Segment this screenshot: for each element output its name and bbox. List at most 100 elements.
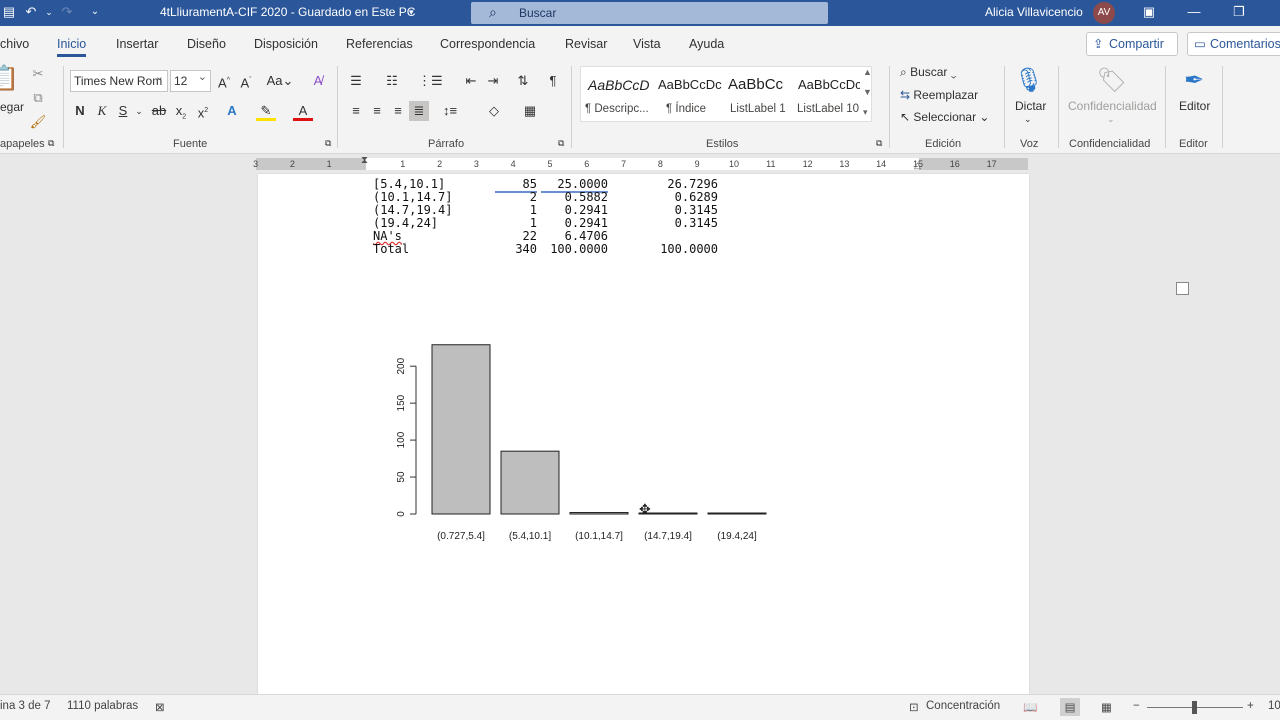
align-center-icon[interactable]: ≡ xyxy=(367,101,387,121)
cut-icon[interactable]: ✂ xyxy=(28,64,48,84)
select-button[interactable]: ↖ Seleccionar ⌄ xyxy=(900,110,989,124)
style-item[interactable]: AaBbCcDc ¶ Índice xyxy=(654,67,724,121)
justify-icon[interactable]: ≣ xyxy=(409,101,429,121)
tab-vista[interactable]: Vista xyxy=(633,37,661,51)
paragraph-launcher-icon[interactable]: ⧉ xyxy=(558,138,564,149)
shading-icon[interactable]: ◇ xyxy=(484,101,504,121)
focus-mode-label[interactable]: Concentración xyxy=(926,700,1000,712)
proofing-icon[interactable]: ⊠ xyxy=(155,700,165,714)
tab-diseno[interactable]: Diseño xyxy=(187,37,226,51)
right-indent-marker-icon[interactable]: △ xyxy=(914,160,921,171)
zoom-out-icon[interactable]: − xyxy=(1133,700,1140,712)
replace-icon: ⇆ xyxy=(900,88,914,102)
ruler[interactable]: 3 2 1 1 2 3 4 5 6 7 8 9 10 11 12 13 14 15 16 17 ⧗ △ xyxy=(0,154,1280,174)
style-item[interactable]: AaBbCcDc ListLabel 10 xyxy=(794,67,860,121)
font-color-icon[interactable]: A xyxy=(293,101,313,121)
ribbon-display-icon[interactable]: ▣ xyxy=(1140,3,1158,21)
replace-button[interactable]: ⇆ Reemplazar xyxy=(900,88,978,102)
font-name-combo[interactable]: Times New Rom xyxy=(70,70,168,92)
styles-launcher-icon[interactable]: ⧉ xyxy=(876,138,882,149)
tab-inicio[interactable]: Inicio xyxy=(57,37,87,57)
word-count[interactable]: 1110 palabras xyxy=(67,700,138,712)
avatar[interactable]: AV xyxy=(1093,2,1115,24)
zoom-level[interactable]: 10 xyxy=(1268,700,1280,712)
move-cursor-icon: ✥ xyxy=(639,501,651,517)
decrease-indent-icon[interactable]: ⇤ xyxy=(461,71,481,91)
superscript-icon[interactable]: x2 xyxy=(193,101,213,121)
minimize-icon[interactable]: — xyxy=(1185,3,1203,21)
web-layout-icon[interactable]: ▦ xyxy=(1101,700,1112,714)
editor-button-label[interactable]: Editor xyxy=(1179,99,1210,113)
share-button[interactable]: ⇪ Compartir xyxy=(1086,32,1178,56)
zoom-in-icon[interactable]: + xyxy=(1247,700,1254,712)
tab-ayuda[interactable]: Ayuda xyxy=(689,37,724,51)
change-case-icon[interactable]: Aa⌄ xyxy=(266,71,294,91)
comments-label: Comentarios xyxy=(1210,37,1280,51)
style-item[interactable]: AaBbCcD ¶ Descripc... xyxy=(581,67,654,121)
customize-toolbar-icon[interactable]: ⌄ xyxy=(86,3,104,21)
numbering-icon[interactable]: ☷ xyxy=(382,71,402,91)
font-launcher-icon[interactable]: ⧉ xyxy=(325,138,331,149)
grow-font-icon[interactable]: A^ xyxy=(214,71,234,91)
show-marks-icon[interactable]: ¶ xyxy=(543,71,563,91)
print-layout-icon[interactable]: ▤ xyxy=(1060,698,1080,716)
increase-indent-icon[interactable]: ⇥ xyxy=(483,71,503,91)
line-spacing-icon[interactable]: ↕≡ xyxy=(440,101,460,121)
multilevel-list-icon[interactable]: ⋮☰ xyxy=(418,71,443,91)
format-painter-icon[interactable]: 🖌 xyxy=(28,112,48,132)
italic-icon[interactable]: K xyxy=(92,101,112,121)
copy-icon[interactable]: ⧉ xyxy=(28,88,48,108)
sensitivity-button-label: Confidencialidad xyxy=(1068,99,1157,113)
tab-revisar[interactable]: Revisar xyxy=(565,37,607,51)
dictate-dropdown-icon[interactable]: ⌄ xyxy=(1024,114,1032,125)
page-count[interactable]: ina 3 de 7 xyxy=(0,700,51,712)
user-name[interactable]: Alicia Villavicencio xyxy=(985,5,1083,19)
document-title[interactable]: 4tLliuramentA-CIF 2020 - Guardado en Est… xyxy=(160,5,415,19)
align-left-icon[interactable]: ≡ xyxy=(346,101,366,121)
ribbon-tabs: chivo Inicio Insertar Diseño Disposición… xyxy=(0,26,1280,60)
strikethrough-icon[interactable]: ab xyxy=(149,101,169,121)
styles-scroll-up-icon[interactable]: ▲ xyxy=(863,67,872,77)
tab-referencias[interactable]: Referencias xyxy=(346,37,413,51)
text-effects-icon[interactable]: A xyxy=(222,101,242,121)
dictate-label[interactable]: Dictar xyxy=(1015,99,1046,113)
borders-icon[interactable]: ▦ xyxy=(520,101,540,121)
comments-button[interactable]: ▭ Comentarios xyxy=(1187,32,1280,56)
styles-more-icon[interactable]: ▾ xyxy=(863,107,868,118)
highlight-icon[interactable]: ✎ xyxy=(256,101,276,121)
zoom-slider-thumb[interactable] xyxy=(1192,701,1197,714)
styles-scroll-down-icon[interactable]: ▼ xyxy=(863,87,872,97)
clipboard-launcher-icon[interactable]: ⧉ xyxy=(48,138,54,149)
indent-marker-icon[interactable]: ⧗ xyxy=(361,155,368,166)
document-page[interactable]: [5.4,10.1] 85 25.0000 26.7296 (10.1,14.7] 2 0.… xyxy=(258,174,1029,694)
title-dropdown-icon[interactable]: ▾ xyxy=(409,7,414,18)
search-box[interactable]: ⌕ Buscar xyxy=(471,2,828,24)
sort-icon[interactable]: ⇅ xyxy=(513,71,533,91)
layout-options-icon[interactable] xyxy=(1176,282,1189,295)
editor-icon[interactable]: ✒ xyxy=(1178,66,1210,96)
paste-label[interactable]: egar xyxy=(0,100,24,114)
restore-icon[interactable]: ❐ xyxy=(1230,3,1248,21)
clear-formatting-icon[interactable]: A̸ xyxy=(308,71,328,91)
ruler-number: 14 xyxy=(876,159,887,169)
subscript-icon[interactable]: x2 xyxy=(171,101,191,121)
shrink-font-icon[interactable]: Aˇ xyxy=(236,71,256,91)
underline-dropdown-icon[interactable]: ⌄ xyxy=(129,101,149,121)
paste-icon[interactable]: 📋 xyxy=(0,64,20,94)
undo-dropdown-icon[interactable]: ⌄ xyxy=(40,3,58,21)
tab-correspondencia[interactable]: Correspondencia xyxy=(440,37,535,51)
read-mode-icon[interactable]: 📖 xyxy=(1023,700,1037,714)
microphone-icon[interactable]: 🎙 xyxy=(1013,66,1045,96)
bold-icon[interactable]: N xyxy=(70,101,90,121)
tab-disposicion[interactable]: Disposición xyxy=(254,37,318,51)
bullets-icon[interactable]: ☰ xyxy=(346,71,366,91)
word-menu-icon[interactable]: ▤ xyxy=(0,3,18,21)
font-size-combo[interactable]: 12 xyxy=(170,70,211,92)
focus-icon[interactable]: ⊡ xyxy=(909,700,919,714)
align-right-icon[interactable]: ≡ xyxy=(388,101,408,121)
style-item[interactable]: AaBbCc ListLabel 1 xyxy=(724,67,794,121)
find-button[interactable]: ⌕ Buscar ⌄ xyxy=(900,65,956,80)
tab-archivo[interactable]: chivo xyxy=(0,37,29,51)
undo-icon[interactable]: ↶ xyxy=(22,3,40,21)
tab-insertar[interactable]: Insertar xyxy=(116,37,158,51)
